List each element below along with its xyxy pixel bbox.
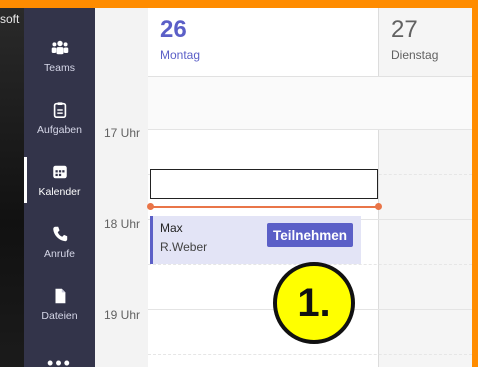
hour-label: 17 Uhr [104,126,141,140]
calendar-icon [52,165,67,178]
day-number: 26 [160,16,187,43]
step-number-badge: 1. [273,262,355,344]
app-bar-label: Kalender [38,185,81,198]
hour-line [148,129,472,130]
app-bar-label: Aufgaben [37,123,82,136]
all-day-band [148,77,472,129]
half-hour-line [148,354,472,355]
current-time-dot [375,203,382,210]
files-icon [55,288,65,303]
app-bar: Teams Aufgaben Kalender Anrufe Dateien •… [24,8,95,367]
join-button[interactable]: Teilnehmen [267,223,354,247]
app-bar-item-dateien[interactable]: Dateien [24,273,95,335]
day-name: Dienstag [391,48,439,62]
tasks-icon [53,101,66,118]
app-bar-label: Dateien [41,309,78,322]
app-bar-label: Teams [44,61,75,74]
app-bar-item-teams[interactable]: Teams [24,25,95,87]
current-time-indicator [150,206,378,208]
event-title: Max [160,221,183,235]
day-divider [378,8,379,367]
highlight-frame-edge [472,0,478,367]
meeting-event[interactable]: Max R.Weber Teilnehmen [150,216,361,264]
day-column-tuesday: 27 Dienstag [379,8,472,367]
phone-icon [52,226,67,241]
hour-label: 18 Uhr [104,217,141,231]
desktop-background: soft [0,8,24,367]
hour-label: 19 Uhr [104,308,141,322]
selected-time-slot[interactable] [150,169,378,199]
teams-icon [51,40,68,54]
current-time-dot [147,203,154,210]
desktop-title-fragment: soft [0,12,20,26]
app-bar-item-anrufe[interactable]: Anrufe [24,211,95,273]
app-bar-item-aufgaben[interactable]: Aufgaben [24,87,95,149]
app-bar-label: Anrufe [44,247,75,260]
day-number: 27 [391,16,418,43]
more-apps-button[interactable]: ••• [24,353,95,367]
app-bar-item-kalender[interactable]: Kalender [24,149,95,211]
day-name: Montag [160,48,201,62]
event-organizer: R.Weber [160,240,208,254]
teams-window: soft Teams Aufgaben Kalender Anrufe Date… [0,8,472,367]
